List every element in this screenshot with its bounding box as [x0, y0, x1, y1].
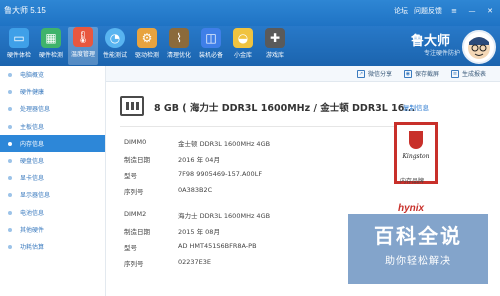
sidebar-item-health[interactable]: 硬件健康 — [0, 83, 105, 100]
brand-name: 鲁大师 — [410, 33, 450, 48]
bullet-icon — [8, 210, 12, 215]
bullet-icon — [8, 124, 12, 129]
avatar[interactable] — [462, 30, 496, 64]
bullet-icon — [8, 227, 12, 232]
tool-install[interactable]: ◫ 装机必备 — [196, 28, 226, 59]
brand-slogan: 专注硬件防护 — [423, 50, 460, 57]
close-button[interactable]: ✕ — [484, 7, 496, 15]
mascot-icon — [468, 37, 490, 59]
tool-temperature[interactable]: 🌡 温度管理 — [68, 27, 98, 65]
sidebar-item-overview[interactable]: 电脑概览 — [0, 66, 105, 83]
tool-cleanup[interactable]: ⌇ 清理优化 — [164, 28, 194, 59]
forum-link[interactable]: 论坛 — [394, 6, 408, 16]
generate-report-button[interactable]: ≡ 生成报表 — [450, 69, 486, 78]
tool-hardware-detect[interactable]: ▦ 硬件检测 — [36, 28, 66, 59]
thermometer-icon: 🌡 — [73, 27, 93, 47]
divider — [120, 126, 420, 127]
sidebar-item-disk[interactable]: 硬盘信息 — [0, 152, 105, 169]
titlebar: 鲁大师 5.15 论坛 问题反馈 ≡ — ✕ — [0, 0, 500, 26]
wechat-share-button[interactable]: ↗ 微信分享 — [356, 69, 392, 78]
share-icon: ↗ — [356, 69, 365, 78]
app-window: 鲁大师 5.15 论坛 问题反馈 ≡ — ✕ ▭ 硬件体检 ▦ 硬件检测 🌡 温… — [0, 0, 500, 296]
minimize-button[interactable]: — — [466, 7, 478, 15]
hynix-logo: hynix — [398, 203, 425, 214]
sidebar-item-power[interactable]: 功耗估算 — [0, 238, 105, 255]
kingston-crest-icon — [409, 131, 423, 149]
bullet-icon — [8, 244, 12, 249]
bullet-icon — [8, 193, 12, 198]
memory-brand-label: 内存品牌 — [400, 178, 425, 185]
speedometer-icon: ◔ — [105, 28, 125, 48]
sidebar-item-motherboard[interactable]: 主板信息 — [0, 118, 105, 135]
sidebar-item-battery[interactable]: 电池信息 — [0, 204, 105, 221]
kingston-logo: Kingston — [394, 122, 438, 184]
tool-treasury[interactable]: ◒ 小金库 — [228, 28, 258, 59]
sidebar-item-memory[interactable]: 内存信息 — [0, 134, 105, 152]
main-toolbar: ▭ 硬件体检 ▦ 硬件检测 🌡 温度管理 ◔ 性能测试 ⚙ 驱动检测 ⌇ 清理优… — [0, 26, 500, 66]
menu-icon[interactable]: ≡ — [448, 7, 460, 15]
watermark-subtitle: 助你轻松解决 — [385, 256, 451, 267]
bullet-icon — [8, 90, 12, 95]
monitor-icon: ▭ — [9, 28, 29, 48]
bullet-icon — [8, 73, 12, 77]
sidebar-item-display[interactable]: 显示器信息 — [0, 186, 105, 203]
gold-ingot-icon: ◒ — [233, 28, 253, 48]
save-screenshot-button[interactable]: ◉ 保存截屏 — [403, 69, 439, 78]
title-controls: 论坛 问题反馈 ≡ — ✕ — [394, 6, 496, 16]
watermark: 百科全说 助你轻松解决 — [348, 214, 488, 284]
sidebar: 电脑概览 硬件健康 处理器信息 主板信息 内存信息 硬盘信息 显卡信息 显示器信… — [0, 66, 106, 296]
memory-summary: 8 GB ( 海力士 DDR3L 1600MHz / 金士顿 DDR3L 16.… — [154, 103, 416, 114]
tool-performance[interactable]: ◔ 性能测试 — [100, 28, 130, 59]
tool-driver[interactable]: ⚙ 驱动检测 — [132, 28, 162, 59]
bullet-icon — [8, 158, 12, 163]
report-icon: ≡ — [450, 69, 459, 78]
sidebar-item-gpu[interactable]: 显卡信息 — [0, 169, 105, 186]
bullet-icon — [8, 107, 12, 112]
tool-hardware-checkup[interactable]: ▭ 硬件体检 — [4, 28, 34, 59]
gear-icon: ⚙ — [137, 28, 157, 48]
app-title: 鲁大师 5.15 — [4, 6, 46, 15]
tool-games[interactable]: ✚ 游戏库 — [260, 28, 290, 59]
action-bar: ↗ 微信分享 ◉ 保存截屏 ≡ 生成报表 — [106, 66, 500, 82]
bullet-icon — [8, 141, 12, 146]
copy-info-link[interactable]: 复制信息 — [403, 102, 429, 112]
feedback-link[interactable]: 问题反馈 — [414, 6, 442, 16]
broom-icon: ⌇ — [169, 28, 189, 48]
apps-icon: ◫ — [201, 28, 221, 48]
ram-icon — [120, 96, 144, 116]
bullet-icon — [8, 176, 12, 181]
sidebar-item-cpu[interactable]: 处理器信息 — [0, 100, 105, 117]
chip-icon: ▦ — [41, 28, 61, 48]
sidebar-item-other[interactable]: 其他硬件 — [0, 221, 105, 238]
camera-icon: ◉ — [403, 69, 412, 78]
watermark-title: 百科全说 — [374, 226, 462, 248]
gamepad-icon: ✚ — [265, 28, 285, 48]
